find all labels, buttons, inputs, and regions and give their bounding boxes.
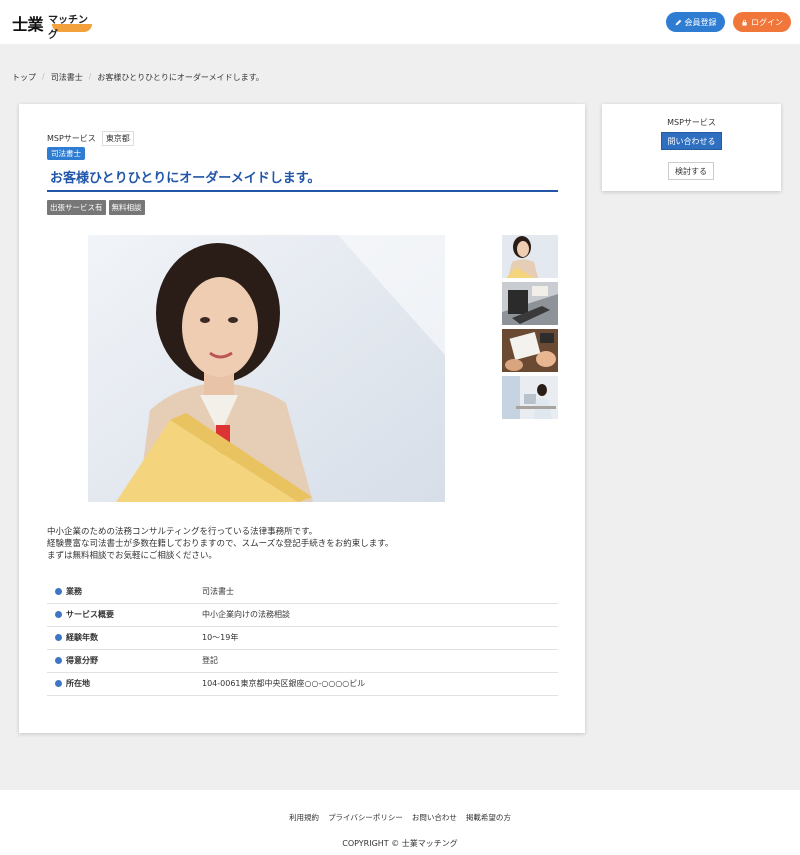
listing-title: お客様ひとりひとりにオーダーメイドします。 (47, 167, 558, 192)
main-photo (88, 235, 445, 502)
table-row: 経験年数 10～19年 (47, 626, 558, 649)
listing-meta: MSPサービス 東京都 (47, 131, 134, 146)
breadcrumb-separator: / (42, 72, 45, 81)
site-header: 士業 マッチング 会員登録 ログイン (0, 0, 800, 44)
thumbnail-1[interactable] (502, 235, 558, 278)
bullet-icon (55, 680, 62, 687)
breadcrumb-category[interactable]: 司法書士 (51, 72, 83, 83)
description-line: まずは無料相談でお気軽にご相談ください。 (47, 551, 217, 561)
listing-description: 中小企業のための法務コンサルティングを行っている法律事務所です。 経験豊富な司法… (47, 526, 393, 562)
detail-value: 登記 (202, 656, 218, 665)
logo-main-text: 士業 (12, 15, 44, 34)
detail-value: 10～19年 (202, 633, 239, 642)
detail-value: 中小企業向けの法務相談 (202, 610, 290, 619)
bullet-icon (55, 657, 62, 664)
tag-onsite-service: 出張サービス有 (47, 200, 106, 215)
site-logo[interactable]: 士業 マッチング (12, 9, 94, 41)
bullet-icon (55, 611, 62, 618)
breadcrumb: トップ / 司法書士 / お客様ひとりひとりにオーダーメイドします。 (12, 72, 264, 83)
description-line: 経験豊富な司法書士が多数在籍しておりますので、スムーズな登記手続きをお約束します… (47, 539, 394, 549)
listing-card: MSPサービス 東京都 司法書士 お客様ひとりひとりにオーダーメイドします。 出… (19, 104, 585, 733)
sidebar-provider-name: MSPサービス (667, 118, 716, 127)
provider-name: MSPサービス (47, 134, 96, 143)
detail-label: 経験年数 (66, 633, 98, 642)
inquiry-button[interactable]: 問い合わせる (661, 132, 722, 150)
detail-label: 得意分野 (66, 656, 98, 665)
detail-value: 104-0061東京都中央区銀座○○-○○○○ビル (202, 679, 366, 688)
contact-card: MSPサービス 問い合わせる 検討する (602, 104, 781, 191)
login-button[interactable]: ログイン (733, 12, 791, 32)
register-button[interactable]: 会員登録 (666, 12, 725, 32)
breadcrumb-home[interactable]: トップ (12, 72, 36, 83)
detail-value: 司法書士 (202, 586, 234, 596)
bullet-icon (55, 634, 62, 641)
detail-label: 所在地 (66, 679, 90, 688)
footer-link-privacy[interactable]: プライバシーポリシー (328, 812, 403, 823)
prefecture-tag: 東京都 (101, 131, 134, 146)
logo-sub-text: マッチング (48, 15, 88, 41)
footer-link-listing-request[interactable]: 掲載希望の方 (466, 812, 511, 823)
copyright-text: COPYRIGHT © 士業マッチング (342, 839, 458, 848)
detail-label: サービス概要 (66, 610, 114, 619)
lock-icon (742, 19, 747, 26)
pencil-icon (675, 19, 681, 25)
detail-label: 業務 (66, 586, 82, 596)
bullet-icon (55, 587, 62, 595)
footer-links: 利用規約 プライバシーポリシー お問い合わせ 掲載希望の方 (0, 812, 800, 823)
login-label: ログイン (751, 17, 783, 27)
table-row: サービス概要 中小企業向けの法務相談 (47, 603, 558, 626)
table-row: 得意分野 登記 (47, 649, 558, 672)
table-row: 業務 司法書士 (47, 580, 558, 603)
footer-link-contact[interactable]: お問い合わせ (412, 812, 457, 823)
tag-free-consultation: 無料相談 (108, 200, 145, 215)
thumbnail-2[interactable] (502, 282, 558, 325)
site-footer: 利用規約 プライバシーポリシー お問い合わせ 掲載希望の方 COPYRIGHT … (0, 790, 800, 855)
category-badge: 司法書士 (47, 147, 85, 160)
footer-link-terms[interactable]: 利用規約 (289, 812, 319, 823)
feature-tags: 出張サービス有 無料相談 (47, 200, 145, 215)
consider-button[interactable]: 検討する (668, 162, 714, 180)
description-line: 中小企業のための法務コンサルティングを行っている法律事務所です。 (47, 527, 318, 537)
thumbnail-4[interactable] (502, 376, 558, 419)
breadcrumb-current: お客様ひとりひとりにオーダーメイドします。 (97, 73, 264, 82)
details-table: 業務 司法書士 サービス概要 中小企業向けの法務相談 経験年数 10～19年 得… (47, 580, 558, 696)
register-label: 会員登録 (684, 17, 717, 27)
breadcrumb-separator: / (88, 72, 92, 81)
table-row: 所在地 104-0061東京都中央区銀座○○-○○○○ビル (47, 672, 558, 695)
thumbnail-3[interactable] (502, 329, 558, 372)
